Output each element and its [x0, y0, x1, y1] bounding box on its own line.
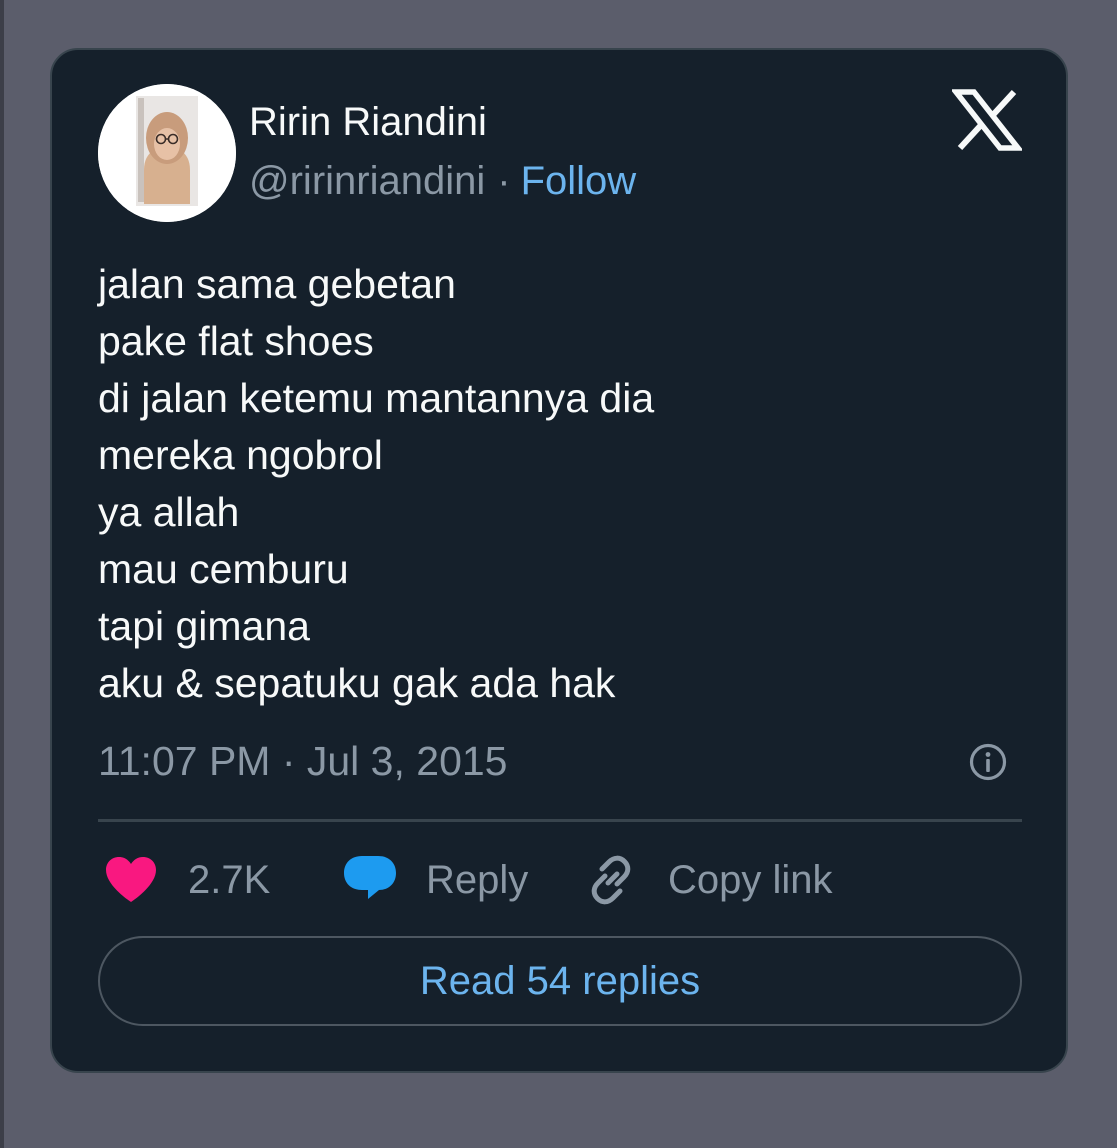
tweet-line: pake flat shoes [98, 318, 374, 364]
reply-button[interactable]: Reply [342, 852, 528, 908]
link-icon [591, 855, 631, 905]
tweet-timestamp[interactable]: 11:07 PM · Jul 3, 2015 [98, 736, 507, 786]
tweet-line: mereka ngobrol [98, 432, 383, 478]
author-handle[interactable]: @ririnriandini [249, 159, 485, 203]
tweet-line: mau cemburu [98, 546, 349, 592]
info-icon[interactable] [968, 742, 1008, 782]
follow-link[interactable]: Follow [521, 159, 637, 203]
divider [98, 819, 1022, 822]
heart-icon [106, 857, 156, 902]
tweet-line: ya allah [98, 489, 240, 535]
copy-link-button[interactable]: Copy link [584, 852, 833, 908]
author-display-name[interactable]: Ririn Riandini [249, 98, 487, 146]
left-edge [0, 0, 4, 1148]
speech-bubble-icon [344, 856, 396, 899]
tweet-line: tapi gimana [98, 603, 310, 649]
read-replies-button[interactable]: Read 54 replies [98, 936, 1022, 1026]
tweet-text: jalan sama gebetan pake flat shoes di ja… [98, 256, 998, 712]
like-button[interactable]: 2.7K [104, 852, 270, 908]
tweet-line: di jalan ketemu mantannya dia [98, 375, 655, 421]
reply-label: Reply [426, 858, 529, 902]
tweet-line: aku & sepatuku gak ada hak [98, 660, 616, 706]
tweet-embed-card: Ririn Riandini @ririnriandini · Follow jal… [50, 48, 1068, 1073]
like-count: 2.7K [188, 858, 271, 902]
copy-link-label: Copy link [668, 858, 833, 902]
read-replies-label: Read 54 replies [419, 959, 701, 1003]
avatar[interactable] [98, 84, 236, 222]
x-logo-icon[interactable] [952, 88, 1022, 152]
separator-dot: · [497, 159, 511, 203]
avatar-photo [98, 84, 236, 222]
tweet-line: jalan sama gebetan [98, 261, 456, 307]
author-handle-row: @ririnriandini · Follow [249, 156, 636, 206]
